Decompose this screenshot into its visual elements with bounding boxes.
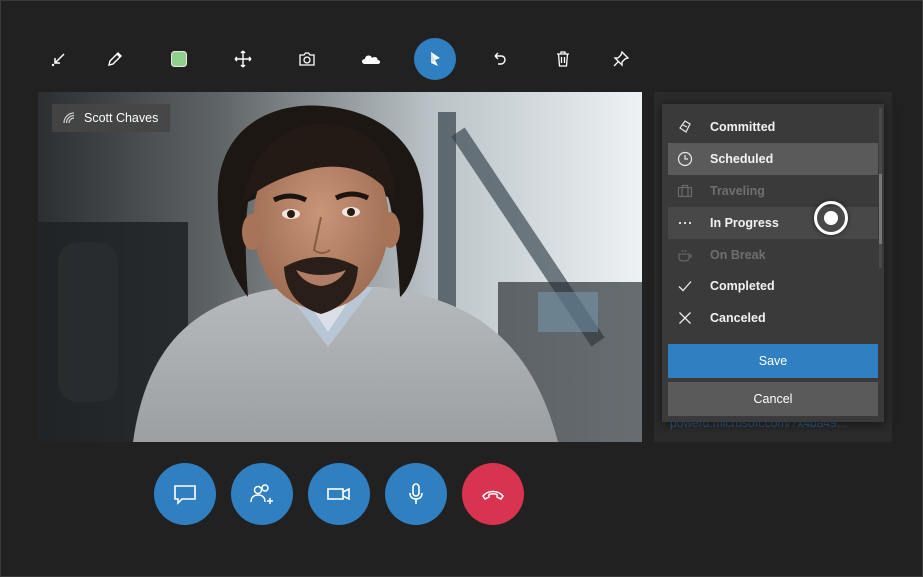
committed-icon <box>679 120 691 133</box>
snapshot-button[interactable] <box>286 38 328 80</box>
undo-icon <box>494 52 506 65</box>
cancel-button[interactable]: Cancel <box>668 382 878 416</box>
undo-button[interactable] <box>478 38 520 80</box>
clock-icon <box>677 151 693 167</box>
color-swatch-icon <box>171 51 187 67</box>
status-label: In Progress <box>710 216 779 230</box>
move-icon <box>234 50 252 68</box>
hang-up-icon <box>482 490 504 500</box>
participant-name: Scott Chaves <box>84 111 159 125</box>
signal-icon <box>63 112 75 124</box>
add-participant-button[interactable] <box>231 463 293 525</box>
status-option-scheduled[interactable]: Scheduled <box>668 143 878 175</box>
move-button[interactable] <box>222 38 264 80</box>
status-option-canceled[interactable]: Canceled <box>668 302 878 334</box>
cloud-icon <box>362 55 381 64</box>
onedrive-button[interactable] <box>350 38 392 80</box>
status-dropdown-menu: Committed Scheduled Traveling In Progres… <box>662 104 884 422</box>
dynamics-button[interactable] <box>414 38 456 80</box>
trash-icon <box>557 51 569 67</box>
end-call-button[interactable] <box>462 463 524 525</box>
coffee-icon <box>678 249 692 262</box>
close-icon <box>679 312 691 324</box>
gaze-cursor <box>814 201 848 235</box>
microphone-icon <box>409 483 423 504</box>
participant-video-image <box>38 92 642 442</box>
save-button[interactable]: Save <box>668 344 878 378</box>
gaze-cursor-dot <box>824 211 838 225</box>
camera-icon <box>299 52 315 66</box>
pencil-icon <box>108 52 122 66</box>
video-button[interactable] <box>308 463 370 525</box>
status-label: Committed <box>710 120 776 134</box>
delete-button[interactable] <box>542 38 584 80</box>
ellipsis-icon <box>678 221 692 225</box>
minimize-arrow-icon <box>51 53 65 67</box>
pin-button[interactable] <box>600 38 642 80</box>
color-button[interactable] <box>158 38 200 80</box>
status-label: Canceled <box>710 311 766 325</box>
briefcase-icon <box>677 184 693 198</box>
annotation-toolbar <box>38 38 648 82</box>
status-label: Completed <box>710 279 775 293</box>
add-people-icon <box>250 484 273 504</box>
microphone-button[interactable] <box>385 463 447 525</box>
status-label: On Break <box>710 248 766 262</box>
status-label: Scheduled <box>710 152 774 166</box>
pin-icon <box>613 50 630 67</box>
dynamics-logo-icon <box>431 52 440 66</box>
status-label: Traveling <box>710 184 765 198</box>
participant-name-tag: Scott Chaves <box>52 104 171 132</box>
menu-scrollbar-thumb[interactable] <box>879 174 882 244</box>
pen-button[interactable] <box>94 38 136 80</box>
video-feed: Scott Chaves <box>38 92 642 442</box>
video-camera-icon <box>327 487 350 501</box>
chat-icon <box>174 485 196 505</box>
minimize-button[interactable] <box>38 38 80 80</box>
checkmark-icon <box>678 281 692 292</box>
status-option-committed[interactable]: Committed <box>668 111 878 143</box>
status-option-traveling[interactable]: Traveling <box>668 175 878 207</box>
status-option-on-break[interactable]: On Break <box>668 239 878 271</box>
status-option-completed[interactable]: Completed <box>668 270 878 302</box>
chat-button[interactable] <box>154 463 216 525</box>
